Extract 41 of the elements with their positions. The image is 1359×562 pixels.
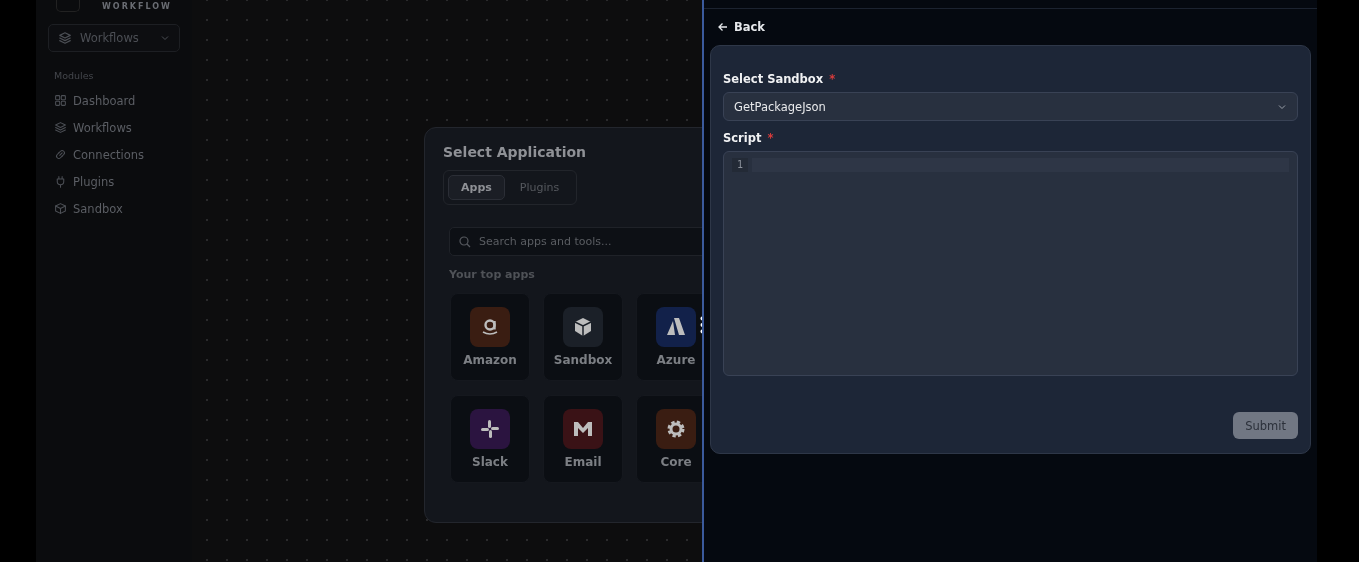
field-label: Script	[723, 131, 762, 147]
app-tile[interactable]: Slack	[450, 395, 530, 483]
app-tile[interactable]: Email	[543, 395, 623, 483]
required-asterisk: *	[829, 72, 836, 88]
layers-icon	[54, 121, 67, 134]
submit-button[interactable]: Submit	[1233, 412, 1298, 439]
required-asterisk: *	[767, 131, 774, 147]
app-tile[interactable]: Azure	[636, 293, 702, 381]
app-name: Azure	[656, 353, 696, 367]
dialog-title: Select Application	[443, 144, 588, 160]
app-name: Amazon	[463, 353, 517, 367]
app-tile[interactable]: Core	[636, 395, 702, 483]
script-editor[interactable]: 1	[723, 151, 1298, 376]
app-tile[interactable]: Amazon	[450, 293, 530, 381]
section-heading: Modules	[54, 70, 95, 81]
sidebar-item[interactable]: Workflows	[48, 114, 180, 141]
link-icon	[54, 148, 67, 161]
section-heading: Your top apps	[449, 268, 536, 281]
field-label: Select Sandbox	[723, 72, 824, 88]
sidebar-item[interactable]: Sandbox	[48, 195, 180, 222]
sidebar-item[interactable]: Plugins	[48, 168, 180, 195]
app-name: Core	[660, 455, 692, 469]
grid-icon	[54, 94, 67, 107]
app-tile[interactable]: Sandbox	[543, 293, 623, 381]
arrow-left-icon	[718, 22, 728, 32]
tab[interactable]: Plugins	[506, 175, 573, 200]
app-name: Slack	[472, 455, 508, 469]
sidebar-item[interactable]: Connections	[48, 141, 180, 168]
line-number: 1	[732, 158, 749, 172]
layers-icon	[58, 31, 72, 45]
app-name: Email	[564, 455, 602, 469]
back-button[interactable]: Back	[718, 19, 765, 35]
cube-icon	[54, 202, 67, 215]
app-name: Sandbox	[553, 353, 613, 367]
search-field[interactable]: Search apps and tools...	[449, 227, 702, 256]
chevron-down-icon	[160, 33, 170, 43]
sandbox-select[interactable]: GetPackageJson	[723, 92, 1298, 121]
tab[interactable]: Apps	[448, 175, 505, 200]
sidebar-item[interactable]: Dashboard	[48, 87, 180, 114]
logo-text: WORKFLOW	[102, 2, 172, 12]
plug-icon	[54, 175, 67, 188]
